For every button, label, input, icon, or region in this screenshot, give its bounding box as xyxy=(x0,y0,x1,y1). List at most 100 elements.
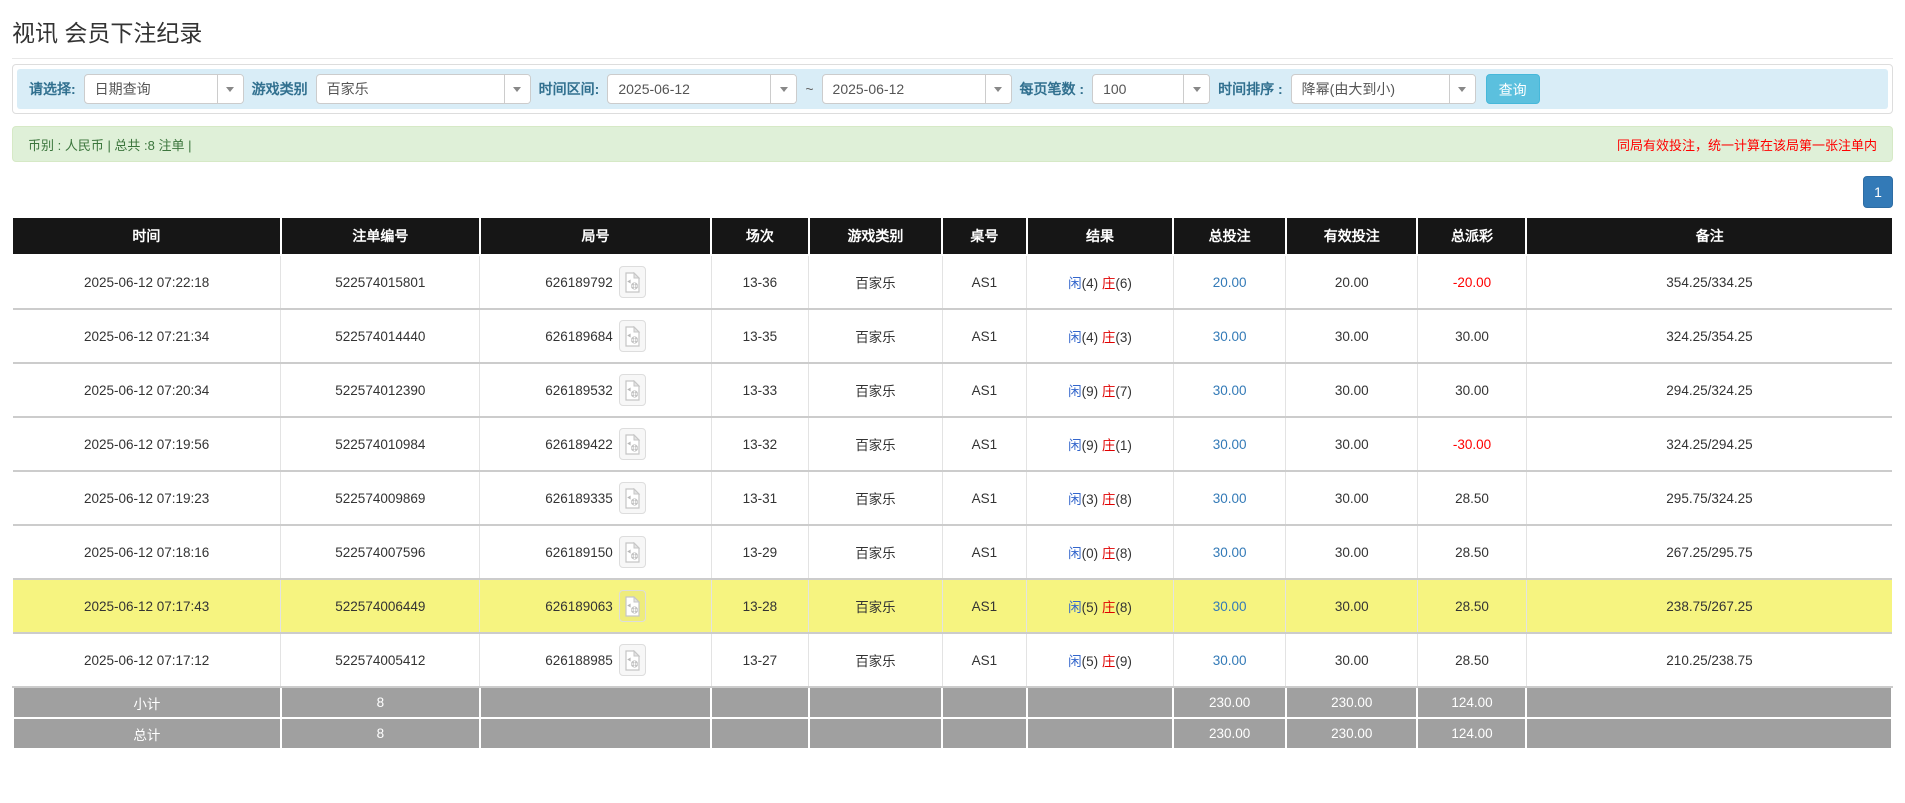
cell-round-id: 626189532 xyxy=(479,363,712,418)
cell-total-bet[interactable]: 30.00 xyxy=(1173,471,1287,526)
summary-cell-valid_bet: 230.00 xyxy=(1284,717,1419,750)
result-player-label: 闲 xyxy=(1068,492,1082,507)
summary-cell-total_bet: 230.00 xyxy=(1172,686,1287,719)
cell-round-id: 626189150 xyxy=(479,525,712,580)
summary-cell-label: 小计 xyxy=(12,686,282,719)
video-record-button[interactable] xyxy=(618,644,646,676)
summary-row: 总计 8 230.00 230.00 124.00 xyxy=(12,717,1893,750)
summary-cell-valid_bet: 230.00 xyxy=(1284,686,1419,719)
cell-remark: 210.25/238.75 xyxy=(1526,633,1892,688)
game-type-select[interactable]: 百家乐 xyxy=(315,74,531,104)
filter-bar: 请选择: 日期查询 游戏类别 百家乐 时间区间: 2025-06-12 ~ 20… xyxy=(17,69,1888,109)
cell-session: 13-27 xyxy=(711,633,810,688)
date-separator: ~ xyxy=(805,81,814,97)
per-page-select[interactable]: 100 xyxy=(1092,74,1211,104)
round-id-text: 626189422 xyxy=(545,436,613,452)
table-row: 2025-06-12 07:21:34 522574014440 6261896… xyxy=(13,309,1892,364)
summary-cell-empty xyxy=(478,717,713,750)
result-banker-score: (8) xyxy=(1115,492,1132,507)
date-to-input[interactable]: 2025-06-12 xyxy=(821,74,1012,104)
video-record-button[interactable] xyxy=(618,590,646,622)
same-round-notice: 同局有效投注，统一计算在该局第一张注单内 xyxy=(1616,137,1877,153)
date-to-value: 2025-06-12 xyxy=(832,81,905,97)
query-type-value: 日期查询 xyxy=(94,81,151,97)
sort-select[interactable]: 降幂(由大到小) xyxy=(1290,74,1476,104)
chevron-down-icon xyxy=(216,75,243,103)
cell-total-bet[interactable]: 30.00 xyxy=(1173,579,1287,634)
video-record-icon xyxy=(625,379,640,401)
cell-total-bet[interactable]: 30.00 xyxy=(1173,633,1287,688)
cell-time: 2025-06-12 07:19:23 xyxy=(13,471,282,526)
summary-cell-label: 总计 xyxy=(12,717,282,750)
video-record-icon xyxy=(625,487,640,509)
cell-bet-id: 522574009869 xyxy=(280,471,481,526)
result-banker-label: 庄 xyxy=(1101,492,1116,507)
query-type-select[interactable]: 日期查询 xyxy=(83,74,244,104)
result-player-score: (5) xyxy=(1081,654,1099,669)
video-record-button[interactable] xyxy=(618,266,646,298)
per-page-value: 100 xyxy=(1103,81,1127,97)
video-record-button[interactable] xyxy=(618,374,646,406)
cell-time: 2025-06-12 07:17:43 xyxy=(13,579,282,634)
cell-bet-id: 522574006449 xyxy=(280,579,481,634)
chevron-down-icon xyxy=(984,75,1011,103)
chevron-down-icon xyxy=(770,75,797,103)
video-record-button[interactable] xyxy=(618,536,646,568)
summary-cell-empty xyxy=(807,717,944,750)
search-button[interactable]: 查询 xyxy=(1485,74,1540,104)
cell-total-bet[interactable]: 20.00 xyxy=(1173,255,1287,310)
video-record-button[interactable] xyxy=(618,320,646,352)
round-id-text: 626189792 xyxy=(545,274,613,290)
cell-game-type: 百家乐 xyxy=(808,633,943,688)
cell-round-id: 626189335 xyxy=(479,471,712,526)
betting-records-page: 视讯 会员下注纪录 请选择: 日期查询 游戏类别 百家乐 时间区间: 2025-… xyxy=(0,0,1905,760)
column-header: 桌号 xyxy=(942,218,1028,256)
result-banker-score: (7) xyxy=(1115,384,1132,399)
cell-bet-id: 522574012390 xyxy=(280,363,481,418)
date-from-input[interactable]: 2025-06-12 xyxy=(607,74,798,104)
table-row: 2025-06-12 07:20:34 522574012390 6261895… xyxy=(13,363,1892,418)
cell-total-bet[interactable]: 30.00 xyxy=(1173,525,1287,580)
cell-valid-bet: 30.00 xyxy=(1285,417,1418,472)
date-from-value: 2025-06-12 xyxy=(618,81,690,97)
round-id-text: 626189150 xyxy=(545,544,613,560)
result-player-label: 闲 xyxy=(1068,330,1082,345)
cell-session: 13-36 xyxy=(711,255,810,310)
result-player-label: 闲 xyxy=(1068,276,1082,291)
cell-game-type: 百家乐 xyxy=(808,309,943,364)
currency-total-text: 币别 : 人民币 | 总共 :8 注单 | xyxy=(28,137,192,153)
summary-cell-payout: 124.00 xyxy=(1416,686,1528,719)
summary-cell-empty xyxy=(478,686,713,719)
cell-table-no: AS1 xyxy=(942,471,1028,526)
cell-session: 13-32 xyxy=(711,417,810,472)
cell-round-id: 626188985 xyxy=(479,633,712,688)
cell-remark: 294.25/324.25 xyxy=(1526,363,1892,418)
game-type-value: 百家乐 xyxy=(326,81,369,97)
cell-valid-bet: 30.00 xyxy=(1285,471,1418,526)
result-banker-label: 庄 xyxy=(1101,654,1116,669)
summary-cell-empty xyxy=(1525,717,1893,750)
cell-total-bet[interactable]: 30.00 xyxy=(1173,363,1287,418)
cell-time: 2025-06-12 07:17:12 xyxy=(13,633,282,688)
table-row: 2025-06-12 07:19:23 522574009869 6261893… xyxy=(13,471,1892,526)
cell-payout: 28.50 xyxy=(1417,579,1527,634)
page-1-button[interactable]: 1 xyxy=(1863,176,1893,208)
result-player-label: 闲 xyxy=(1068,438,1082,453)
result-banker-label: 庄 xyxy=(1101,384,1116,399)
cell-bet-id: 522574005412 xyxy=(280,633,481,688)
cell-time: 2025-06-12 07:20:34 xyxy=(13,363,282,418)
cell-total-bet[interactable]: 30.00 xyxy=(1173,417,1287,472)
result-player-label: 闲 xyxy=(1068,546,1082,561)
cell-remark: 324.25/354.25 xyxy=(1526,309,1892,364)
cell-valid-bet: 20.00 xyxy=(1285,255,1418,310)
cell-table-no: AS1 xyxy=(942,633,1028,688)
video-record-button[interactable] xyxy=(618,428,646,460)
cell-table-no: AS1 xyxy=(942,525,1028,580)
cell-payout: -20.00 xyxy=(1417,255,1527,310)
video-record-button[interactable] xyxy=(618,482,646,514)
betting-records-table: 时间 注单编号 局号 场次 游戏类别 桌号 结果 总投注 有效投注 总派彩 备注 2025-06-1… xyxy=(12,218,1893,750)
cell-total-bet[interactable]: 30.00 xyxy=(1173,309,1287,364)
cell-time: 2025-06-12 07:19:56 xyxy=(13,417,282,472)
query-type-label: 请选择: xyxy=(29,81,76,97)
cell-session: 13-31 xyxy=(711,471,810,526)
